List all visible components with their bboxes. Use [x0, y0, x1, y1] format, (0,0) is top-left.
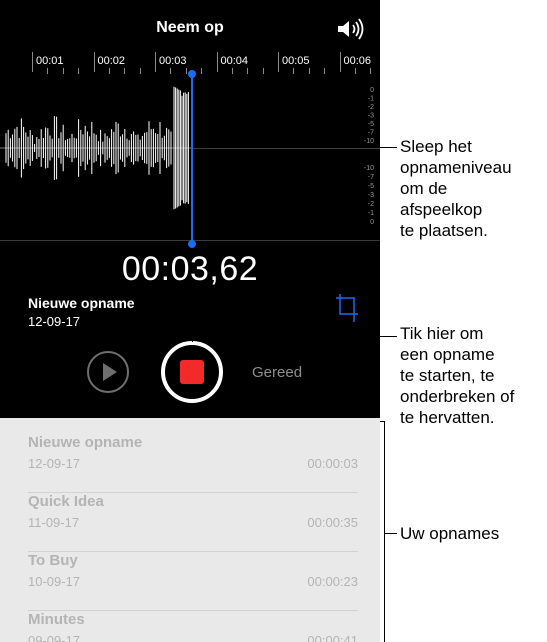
timeline-minor-tick	[262, 68, 264, 74]
timeline-minor-tick	[231, 68, 233, 74]
level-scale-label: -3	[368, 192, 374, 199]
callout-record-line-5: te hervatten.	[400, 408, 495, 427]
timeline-minor-tick	[185, 68, 187, 74]
stop-record-icon[interactable]	[160, 340, 224, 404]
timeline-major-tick	[32, 52, 33, 72]
level-scale-label: 0	[370, 219, 374, 226]
list-item-date: 09-09-17	[28, 633, 81, 642]
list-item-name: Quick Idea	[28, 493, 104, 510]
timeline-tick-label: 00:04	[220, 55, 249, 67]
callout-record-line-2: een opname	[400, 345, 495, 364]
callout-playhead-line-1: Sleep het	[400, 137, 472, 156]
list-item-duration: 00:00:35	[307, 515, 358, 530]
timeline-minor-tick	[308, 68, 310, 74]
level-scale-label: -7	[368, 130, 374, 137]
timeline-minor-tick	[47, 68, 49, 74]
level-scale-label: -10	[364, 165, 374, 172]
timeline-tick-label: 00:06	[343, 55, 372, 67]
trim-icon[interactable]	[334, 292, 360, 324]
timeline-minor-tick	[170, 68, 172, 74]
timeline-minor-tick	[124, 68, 126, 74]
callout-playhead: Sleep het opnameniveau om de afspeelkop …	[400, 136, 512, 241]
top-bar: Neem op	[0, 0, 380, 52]
timeline-tick-label: 00:01	[36, 55, 64, 67]
timeline-major-tick	[155, 52, 156, 72]
elapsed-time: 00:03,62	[121, 250, 259, 288]
timeline-minor-tick	[324, 68, 326, 74]
speaker-volume-icon[interactable]	[336, 18, 366, 40]
timeline-major-tick	[278, 52, 279, 72]
level-scale-label: -3	[368, 113, 374, 120]
callout-line-record	[192, 336, 397, 337]
callout-record-line-3: te starten, te	[400, 366, 495, 385]
timeline-minor-tick	[62, 68, 64, 74]
timeline-minor-tick	[293, 68, 295, 74]
timeline-major-tick	[339, 52, 341, 72]
list-item[interactable]: To Buy 10-09-17 00:00:23	[28, 552, 358, 611]
timeline-minor-tick	[354, 68, 356, 74]
recording-date: 12-09-17	[28, 314, 81, 329]
list-item-date: 12-09-17	[28, 456, 81, 471]
callout-list: Uw opnames	[400, 523, 499, 544]
timeline-minor-tick	[370, 68, 372, 74]
callout-playhead-line-2: opnameniveau	[400, 158, 512, 177]
level-scale-label: -10	[364, 138, 374, 145]
callout-line-list	[384, 533, 397, 534]
callout-playhead-line-3: om de	[400, 179, 448, 198]
callout-bracket-list	[384, 421, 385, 642]
timeline-minor-tick	[247, 68, 249, 74]
timeline-tick-label: 00:02	[97, 55, 126, 67]
playhead-top-handle[interactable]	[188, 70, 196, 78]
level-scale-label: -1	[368, 210, 374, 217]
list-item[interactable]: Quick Idea 11-09-17 00:00:35	[28, 493, 358, 552]
callout-bracket-list-top	[380, 421, 385, 422]
list-item-date: 11-09-17	[28, 515, 80, 530]
voice-memos-screen: Neem op 0 -1 -2 -3 -5 -7 -10 -10 -7 -5 -3 -2 -1 0 00:…	[0, 0, 380, 642]
recordings-list: Nieuwe opname 12-09-17 00:00:03 Quick Id…	[0, 418, 380, 642]
timeline-major-tick	[216, 52, 218, 72]
list-item-name: Nieuwe opname	[28, 434, 143, 451]
timeline-minor-tick	[108, 68, 110, 74]
timeline-major-tick	[93, 52, 95, 72]
list-item-name: To Buy	[28, 552, 78, 569]
list-item-duration: 00:00:03	[307, 456, 358, 471]
callout-playhead-line-4: afspeelkop	[400, 200, 483, 219]
list-item[interactable]: Minutes 09-09-17 00:00:41	[28, 611, 358, 642]
done-button[interactable]: Gereed	[252, 364, 302, 381]
list-item-name: Minutes	[28, 611, 85, 628]
list-item-duration: 00:00:41	[307, 633, 358, 642]
callout-line-record-drop	[192, 336, 193, 342]
level-scale-label: -5	[368, 121, 374, 128]
playhead-bottom-handle[interactable]	[188, 240, 196, 248]
list-item[interactable]: Nieuwe opname 12-09-17 00:00:03	[28, 434, 358, 493]
timeline-tick-label: 00:03	[159, 55, 187, 67]
timeline-minor-tick	[139, 68, 141, 74]
playhead-line[interactable]	[191, 74, 193, 244]
level-scale-label: -1	[368, 96, 374, 103]
callout-record-line-1: Tik hier om	[400, 324, 484, 343]
callout-record-line-4: onderbreken of	[400, 387, 515, 406]
page-title: Neem op	[156, 19, 224, 36]
play-icon[interactable]	[86, 350, 130, 394]
callout-line-playhead	[193, 147, 397, 148]
level-scale-label: 0	[370, 87, 374, 94]
callout-record: Tik hier om een opname te starten, te on…	[400, 323, 514, 428]
timeline-minor-tick	[78, 68, 80, 74]
list-item-date: 10-09-17	[28, 574, 81, 589]
recording-name[interactable]: Nieuwe opname	[28, 295, 135, 311]
timeline-tick-label: 00:05	[282, 55, 310, 67]
waveform[interactable]: 0-1-2-3-5-7-10-10-7-5-3-2-10	[0, 80, 380, 240]
level-scale-label: -2	[368, 201, 374, 208]
timeline-minor-tick	[201, 68, 203, 74]
level-scale-label: -2	[368, 104, 374, 111]
list-item-duration: 00:00:23	[307, 574, 358, 589]
callout-playhead-line-5: te plaatsen.	[400, 221, 488, 240]
level-scale-label: -5	[368, 183, 374, 190]
level-scale-label: -7	[368, 174, 374, 181]
callout-list-line-1: Uw opnames	[400, 524, 500, 543]
